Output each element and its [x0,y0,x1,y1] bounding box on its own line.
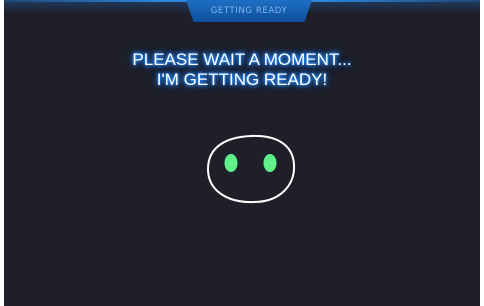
status-tab-label: GETTING READY [210,6,288,16]
right-eye-icon [263,154,277,172]
left-eye-icon [224,154,238,172]
loading-screen: GETTING READY PLEASE WAIT A MOMENT... I'… [4,0,480,306]
loading-message-line-2: I'M GETTING READY! [156,70,328,89]
robot-face-icon [207,134,296,204]
loading-message-line-1: PLEASE WAIT A MOMENT... [132,50,352,69]
robot-face-outline [207,134,296,204]
loading-message: PLEASE WAIT A MOMENT... I'M GETTING READ… [64,50,420,90]
